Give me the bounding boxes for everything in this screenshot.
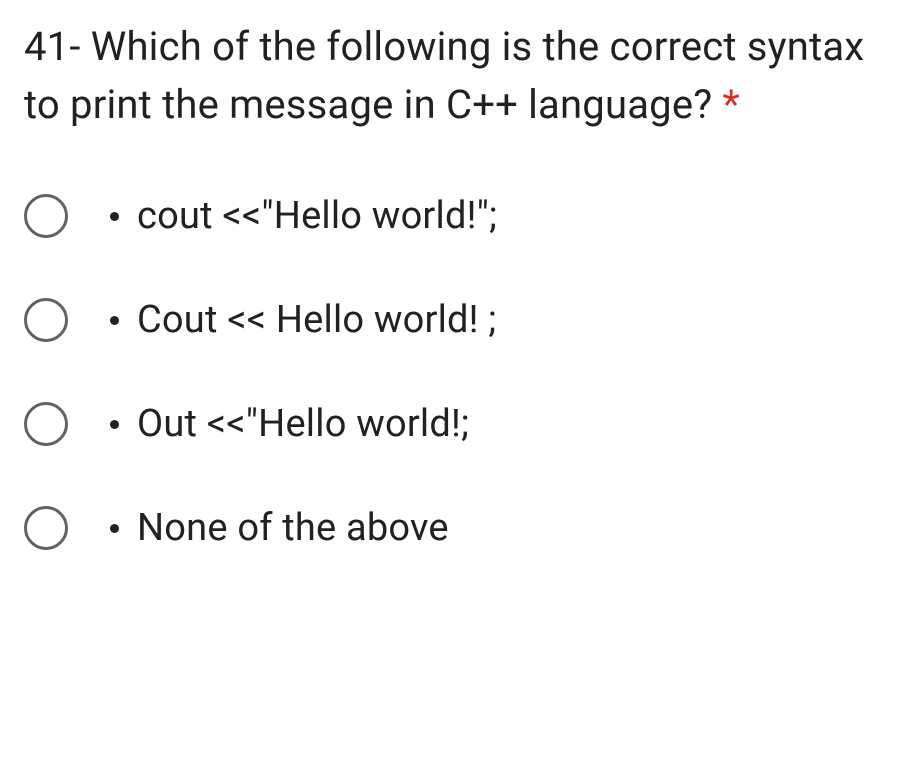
- option-label: Cout << Hello world! ;: [137, 298, 497, 342]
- bullet-icon: [110, 524, 119, 533]
- question-block: 41- Which of the following is the correc…: [0, 0, 916, 550]
- radio-unchecked-icon[interactable]: [24, 194, 68, 238]
- question-text: 41- Which of the following is the correc…: [24, 18, 896, 134]
- option-label: None of the above: [137, 506, 449, 550]
- radio-unchecked-icon[interactable]: [24, 298, 68, 342]
- option-row[interactable]: None of the above: [24, 506, 896, 550]
- bullet-icon: [110, 420, 119, 429]
- option-row[interactable]: Cout << Hello world! ;: [24, 298, 896, 342]
- option-label: Out <<"Hello world!;: [137, 402, 469, 446]
- radio-unchecked-icon[interactable]: [24, 402, 68, 446]
- question-number: 41-: [24, 23, 81, 70]
- option-row[interactable]: Out <<"Hello world!;: [24, 402, 896, 446]
- radio-unchecked-icon[interactable]: [24, 506, 68, 550]
- option-row[interactable]: cout <<"Hello world!";: [24, 194, 896, 238]
- required-asterisk: *: [722, 81, 739, 128]
- option-label: cout <<"Hello world!";: [137, 194, 497, 238]
- bullet-icon: [110, 316, 119, 325]
- bullet-icon: [110, 212, 119, 221]
